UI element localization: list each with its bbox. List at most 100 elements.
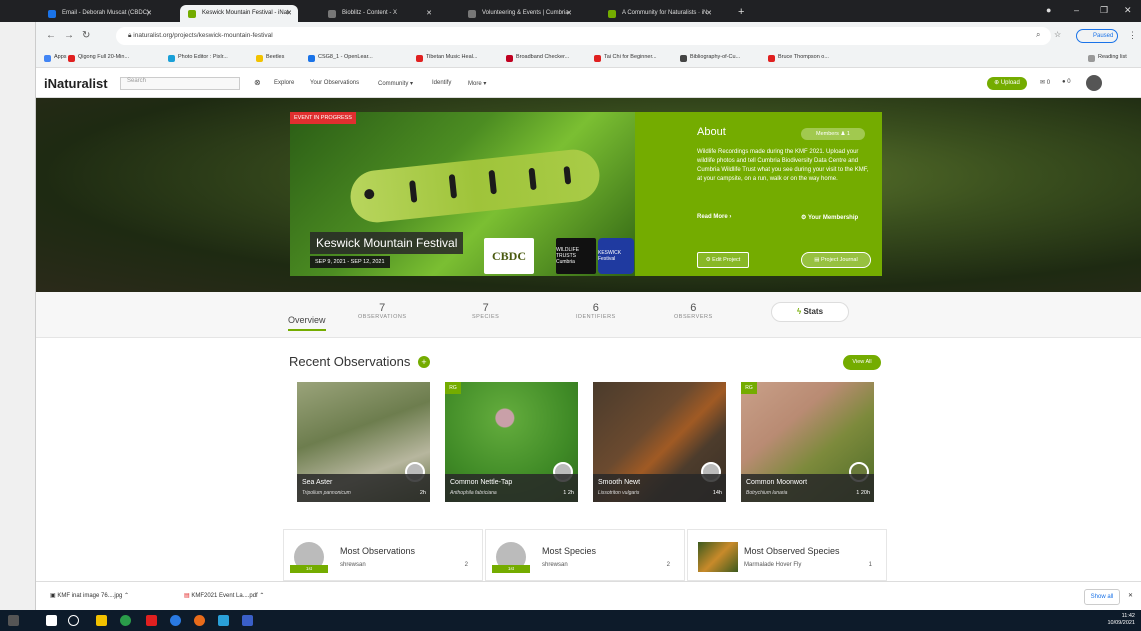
folder-icon (256, 55, 263, 62)
bookmark-pixlr[interactable]: Photo Editor : Pixlr... (168, 54, 228, 62)
kmf-logo: KESWICK Festival (598, 238, 634, 274)
members-button[interactable]: Members ♟ 1 (801, 128, 865, 140)
observation-card[interactable]: RG Common Moonwort Botrychium lunaria 1 … (741, 382, 874, 502)
star-icon[interactable]: ☆ (1054, 30, 1061, 39)
most-species-card[interactable]: 1st Most Species shrewsan 2 (485, 529, 685, 581)
search-icon[interactable]: ⊗ (254, 78, 261, 87)
acrobat-icon[interactable] (146, 615, 157, 626)
bookmark-taichi[interactable]: Tai Chi for Beginner... (594, 54, 657, 62)
bookmark-broadband[interactable]: Broadband Checker... (506, 54, 569, 62)
messages-button[interactable]: ✉ 0 (1040, 79, 1050, 86)
profile-dot-icon[interactable]: ● (1046, 5, 1051, 15)
close-icon[interactable]: ✕ (146, 5, 152, 22)
new-tab-button[interactable]: + (738, 6, 744, 18)
your-membership-link[interactable]: ⚙ Your Membership (801, 214, 858, 221)
bookmark-apps[interactable]: Apps (44, 54, 67, 62)
minimize-icon[interactable]: – (1074, 5, 1079, 15)
restore-icon[interactable]: ❐ (1100, 5, 1108, 16)
notifications-button[interactable]: ● 0 (1062, 79, 1071, 85)
broadband-icon (506, 55, 513, 62)
stat-identifiers[interactable]: 6 IDENTIFIERS (576, 302, 616, 320)
caterpillar-eye (363, 188, 375, 200)
edit-project-button[interactable]: ⚙ Edit Project (697, 252, 749, 268)
close-icon[interactable]: ✕ (286, 5, 292, 22)
show-all-button[interactable]: Show all (1084, 589, 1120, 605)
comment-count: 1 20h (856, 490, 870, 496)
search-input[interactable]: Search (120, 77, 240, 90)
stat-observers[interactable]: 6 OBSERVERS (674, 302, 713, 320)
youtube-icon (594, 55, 601, 62)
close-icon[interactable]: ✕ (706, 5, 712, 22)
tab-email[interactable]: Email - Deborah Muscat (CBDC) ✕ (40, 5, 158, 22)
most-observations-card[interactable]: 1st Most Observations shrewsan 2 (283, 529, 483, 581)
system-clock[interactable]: 11:42 10/09/2021 (1107, 613, 1135, 627)
read-more-link[interactable]: Read More › (697, 214, 731, 220)
apps-grid-icon (44, 55, 51, 62)
bookmark-qigong[interactable]: Qigong Full 20-Min... (68, 54, 129, 62)
observation-card[interactable]: Smooth Newt Lissotriton vulgaris 14h (593, 382, 726, 502)
close-icon[interactable]: ✕ (1128, 592, 1133, 599)
app-icon[interactable] (170, 615, 181, 626)
reload-icon[interactable]: ↻ (82, 30, 90, 41)
tab-keswick[interactable]: Keswick Mountain Festival - iNat ✕ (180, 5, 298, 22)
comment-count: 1 2h (563, 490, 574, 496)
observation-caption: Smooth Newt Lissotriton vulgaris 14h (593, 474, 726, 502)
project-journal-button[interactable]: ▤ Project Journal (801, 252, 871, 268)
close-window-icon[interactable]: ✕ (1124, 5, 1132, 16)
avatar[interactable] (1086, 75, 1102, 91)
back-icon[interactable]: ← (46, 30, 56, 41)
windows-start-icon[interactable] (46, 615, 57, 626)
inat-logo[interactable]: iNaturalist (44, 76, 108, 91)
nav-identify[interactable]: Identify (432, 80, 451, 86)
zoom-icon[interactable]: ⌕ (1036, 30, 1040, 40)
reading-list-button[interactable]: Reading list (1088, 54, 1127, 62)
bookmark-csg8[interactable]: CSG8_1 - OpenLear... (308, 54, 373, 62)
add-observation-icon[interactable]: + (418, 356, 430, 368)
most-observed-species-card[interactable]: Most Observed Species Marmalade Hover Fl… (687, 529, 887, 581)
forward-icon[interactable]: → (64, 30, 74, 41)
youtube-icon (768, 55, 775, 62)
caterpillar-shape (347, 147, 603, 225)
bookmark-beetles[interactable]: Beetles (256, 54, 284, 62)
about-heading: About (697, 126, 726, 138)
youtube-icon (68, 55, 75, 62)
observation-card[interactable]: Sea Aster Tripolium pannonicum 2h (297, 382, 430, 502)
bookmark-bibliography[interactable]: Bibliography-of-Cu... (680, 54, 740, 62)
app-icon[interactable] (218, 615, 229, 626)
download-item[interactable]: ▣ KMF inat image 76....jpg ⌃ (50, 592, 129, 599)
nav-more[interactable]: More ▾ (468, 80, 486, 87)
chrome-icon[interactable] (120, 615, 131, 626)
stat-species[interactable]: 7 SPECIES (472, 302, 499, 320)
notification-icon[interactable] (8, 615, 19, 626)
nav-explore[interactable]: Explore (274, 80, 294, 86)
project-banner: EVENT IN PROGRESS Keswick Mountain Festi… (36, 98, 1141, 292)
reading-list-icon (1088, 55, 1095, 62)
tab-bioblitz[interactable]: Bioblitz - Content - X ✕ (320, 5, 438, 22)
upload-button[interactable]: ⊕ Upload (987, 77, 1027, 90)
profile-paused-button[interactable]: Paused (1076, 29, 1118, 43)
observation-caption: Sea Aster Tripolium pannonicum 2h (297, 474, 430, 502)
close-icon[interactable]: ✕ (566, 5, 572, 22)
observation-card[interactable]: RG Common Nettle-Tap Anthophila fabricia… (445, 382, 578, 502)
bookmark-tibetan[interactable]: Tibetan Music Heal... (416, 54, 477, 62)
desktop-left-strip (0, 0, 36, 631)
nav-community[interactable]: Community ▾ (378, 80, 413, 87)
tab-volunteering[interactable]: Volunteering & Events | Cumbria ✕ (460, 5, 578, 22)
download-item[interactable]: ▤ KMF2021 Event La....pdf ⌃ (184, 592, 264, 599)
close-icon[interactable]: ✕ (426, 5, 432, 22)
kebab-menu-icon[interactable]: ⋮ (1128, 30, 1137, 41)
app-icon[interactable] (194, 615, 205, 626)
stat-observations[interactable]: 7 OBSERVATIONS (358, 302, 406, 320)
file-explorer-icon[interactable] (96, 615, 107, 626)
project-title: Keswick Mountain Festival (310, 232, 464, 254)
stats-button[interactable]: ϟ Stats (771, 302, 849, 322)
nav-your-observations[interactable]: Your Observations (310, 80, 359, 86)
tab-community[interactable]: A Community for Naturalists · iN ✕ (600, 5, 718, 22)
search-icon[interactable] (68, 615, 79, 626)
app-icon[interactable] (242, 615, 253, 626)
view-all-button[interactable]: View All (843, 355, 881, 370)
url-field[interactable]: 🔒︎ inaturalist.org/projects/keswick-moun… (116, 27, 1051, 45)
tab-overview[interactable]: Overview (288, 315, 326, 331)
bookmark-bruce[interactable]: Bruce Thompson o... (768, 54, 829, 62)
browser-tab-strip: Email - Deborah Muscat (CBDC) ✕ Keswick M… (0, 0, 1141, 22)
